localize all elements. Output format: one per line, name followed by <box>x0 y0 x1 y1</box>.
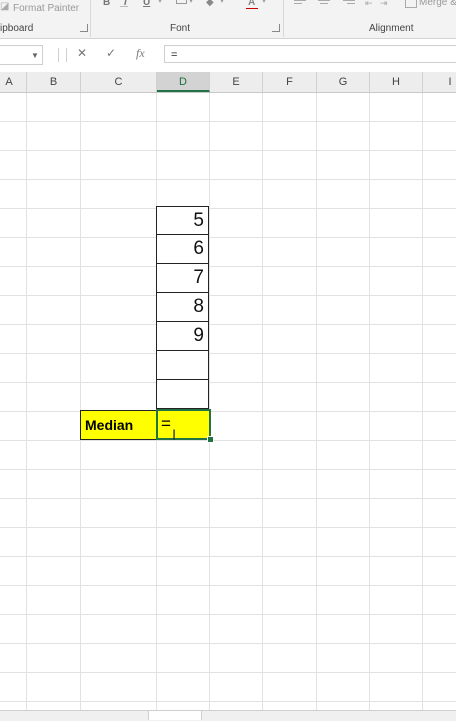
column-header-c[interactable]: C <box>81 72 157 92</box>
align-right-icon[interactable] <box>343 0 355 4</box>
font-dialog-launcher[interactable] <box>272 24 280 32</box>
clipboard-group-label: ipboard <box>0 23 34 34</box>
cell-d-value[interactable]: 9 <box>156 322 209 351</box>
column-header-d[interactable]: D <box>157 72 210 92</box>
underline-dropdown-icon[interactable]: ▾ <box>158 0 162 5</box>
ribbon: ◪ Format Painter ipboard B I U ▾ ▾ ◆ ▾ A… <box>0 0 456 39</box>
underline-button[interactable]: U <box>143 0 150 8</box>
ribbon-separator <box>90 0 91 37</box>
formula-bar-separator <box>58 48 59 62</box>
sheet-tab-bar <box>0 710 456 721</box>
format-painter-button[interactable]: Format Painter <box>13 3 79 14</box>
fill-handle[interactable] <box>207 436 214 443</box>
borders-dropdown-icon[interactable]: ▾ <box>189 0 193 5</box>
bold-button[interactable]: B <box>103 0 110 8</box>
decrease-indent-icon[interactable]: ⇤ <box>365 0 373 9</box>
column-header-g[interactable]: G <box>317 72 370 92</box>
fill-color-dropdown-icon[interactable]: ▾ <box>220 0 224 5</box>
cell-d-empty[interactable] <box>156 380 209 409</box>
align-center-icon[interactable] <box>318 0 330 4</box>
column-header-b[interactable]: B <box>27 72 81 92</box>
formula-bar-separator <box>66 48 67 62</box>
column-header-row: A B C D E F G H I <box>0 72 456 93</box>
font-color-bar <box>246 8 258 9</box>
name-box[interactable]: ▼ <box>0 45 43 65</box>
column-header-h[interactable]: H <box>370 72 423 92</box>
font-color-icon[interactable]: A <box>248 0 255 8</box>
borders-icon[interactable] <box>176 0 187 4</box>
cell-d-empty[interactable] <box>156 351 209 380</box>
font-group-label: Font <box>170 23 191 34</box>
name-box-dropdown-icon[interactable]: ▼ <box>31 51 39 60</box>
column-header-a[interactable]: A <box>0 72 27 92</box>
fill-color-icon[interactable]: ◆ <box>206 0 214 8</box>
cell-d-value[interactable]: 6 <box>156 235 209 264</box>
font-color-dropdown-icon[interactable]: ▾ <box>262 0 266 5</box>
median-label-cell[interactable]: Median <box>80 410 157 440</box>
column-header-i[interactable]: I <box>423 72 456 92</box>
alignment-group-label: Alignment <box>369 23 414 34</box>
cancel-icon[interactable]: ✕ <box>77 46 87 60</box>
spreadsheet-grid[interactable]: 5 6 7 8 9 Median = I <box>0 93 456 710</box>
italic-button[interactable]: I <box>124 0 127 8</box>
formula-bar: ▼ ✕ ✓ fx = <box>0 39 456 71</box>
format-painter-icon[interactable]: ◪ <box>0 1 9 12</box>
column-header-f[interactable]: F <box>263 72 317 92</box>
merge-center-icon[interactable] <box>405 0 417 8</box>
clipboard-dialog-launcher[interactable] <box>80 24 88 32</box>
insert-function-icon[interactable]: fx <box>136 46 145 61</box>
column-header-e[interactable]: E <box>210 72 263 92</box>
cell-d-value[interactable]: 8 <box>156 293 209 322</box>
cell-d-value[interactable]: 5 <box>156 206 209 235</box>
median-input-cell[interactable]: = <box>156 409 211 440</box>
sheet-tab[interactable] <box>148 711 202 720</box>
cell-d-value[interactable]: 7 <box>156 264 209 293</box>
align-left-icon[interactable] <box>294 0 306 4</box>
ribbon-separator <box>283 0 284 37</box>
text-cursor-icon: I <box>172 428 177 444</box>
enter-icon[interactable]: ✓ <box>106 46 116 60</box>
merge-center-button[interactable]: Merge & <box>419 0 456 8</box>
increase-indent-icon[interactable]: ⇥ <box>380 0 388 9</box>
formula-input[interactable]: = <box>164 45 456 63</box>
